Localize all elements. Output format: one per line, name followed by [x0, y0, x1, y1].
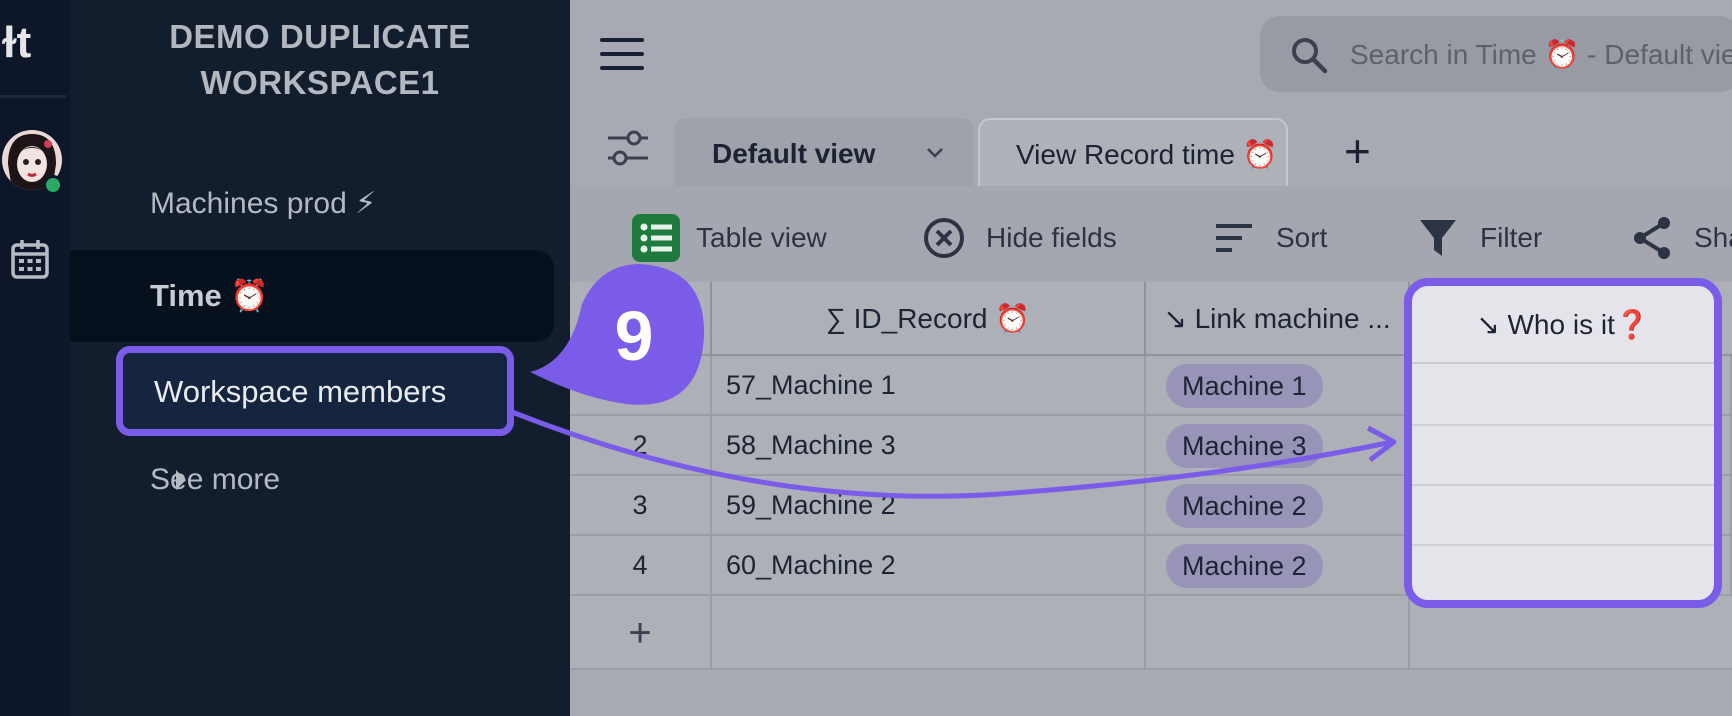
column-header-id-record[interactable]: ∑ ID_Record ⏰ — [712, 282, 1146, 356]
column-header-link-machine[interactable]: ↘ Link machine ... — [1146, 282, 1410, 356]
machine-chip[interactable]: Machine 2 — [1166, 544, 1323, 588]
empty-cell — [712, 596, 1146, 670]
id-record-cell[interactable]: 57_Machine 1 — [712, 356, 1146, 416]
toolbar-label: Table view — [696, 222, 827, 253]
toolbar-label: Sort — [1276, 222, 1328, 253]
link-machine-cell[interactable]: Machine 2 — [1146, 536, 1410, 596]
app-rail: ɫt — [0, 0, 70, 716]
id-record-cell[interactable]: 58_Machine 3 — [712, 416, 1146, 476]
tab-label: View Record time ⏰ — [1016, 139, 1278, 170]
filter-icon — [1420, 220, 1456, 256]
workspace-title[interactable]: DEMO DUPLICATE WORKSPACE1 — [70, 14, 570, 106]
tab-view-record-time[interactable]: View Record time ⏰ — [978, 118, 1288, 186]
sort-icon — [1216, 224, 1252, 252]
workspace-title-line1: DEMO DUPLICATE — [169, 18, 471, 55]
add-view-button[interactable]: + — [1344, 126, 1371, 176]
search-input[interactable]: Search in Time ⏰ - Default view — [1260, 16, 1732, 92]
row-divider — [1412, 544, 1714, 546]
toolbar-label: Filter — [1480, 222, 1543, 253]
step-number: 9 — [615, 297, 654, 375]
toolbar-label: Hide fields — [986, 222, 1117, 253]
id-record-cell[interactable]: 60_Machine 2 — [712, 536, 1146, 596]
step-badge: 9 — [530, 264, 705, 405]
who-is-it-column-highlight: ↘ Who is it❓ — [1404, 278, 1722, 608]
link-machine-cell[interactable]: Machine 1 — [1146, 356, 1410, 416]
empty-cell — [1146, 596, 1410, 670]
who-is-it-header-label[interactable]: ↘ Who is it❓ — [1412, 286, 1714, 364]
search-placeholder: Search in Time ⏰ - Default view — [1350, 39, 1732, 70]
sidebar-item-machines-prod[interactable]: Machines prod ⚡ — [150, 184, 376, 224]
sidebar-item-time[interactable]: Time ⏰ — [70, 250, 554, 342]
online-status-dot — [43, 175, 63, 195]
row-number: 4 — [570, 536, 712, 596]
hide-fields-icon — [924, 218, 964, 258]
sidebar-item-workspace-members[interactable]: Workspace members — [116, 346, 514, 436]
row-number: 3 — [570, 476, 712, 536]
sidebar-item-label: Workspace members — [154, 374, 447, 409]
search-icon — [1292, 38, 1328, 74]
machine-chip[interactable]: Machine 3 — [1166, 424, 1323, 468]
add-row-button[interactable]: + — [570, 596, 712, 670]
menu-icon[interactable] — [600, 38, 644, 70]
app-logo[interactable]: ɫt — [2, 18, 31, 68]
machine-chip[interactable]: Machine 2 — [1166, 484, 1323, 528]
sidebar-item-see-more[interactable]: See more — [150, 460, 280, 500]
row-divider — [1412, 484, 1714, 486]
toolbar-label: Share — [1694, 222, 1732, 253]
machine-chip[interactable]: Machine 1 — [1166, 364, 1323, 408]
tab-default-view[interactable]: Default view — [674, 118, 974, 186]
view-toolbar: Table view Hide fields Sort Filter Sh — [570, 186, 1732, 282]
view-settings-icon[interactable] — [606, 128, 650, 168]
workspace-sidebar: DEMO DUPLICATE WORKSPACE1 Machines prod … — [70, 0, 570, 716]
tab-label: Default view — [712, 138, 876, 169]
chevron-down-icon[interactable] — [922, 140, 948, 166]
workspace-title-line2: WORKSPACE1 — [200, 64, 440, 101]
rail-divider — [0, 95, 66, 98]
sidebar-item-label: Time ⏰ — [150, 278, 270, 313]
link-machine-cell[interactable]: Machine 3 — [1146, 416, 1410, 476]
table-icon — [632, 214, 680, 262]
row-divider — [1412, 424, 1714, 426]
share-icon — [1634, 217, 1670, 259]
calendar-icon[interactable] — [10, 238, 50, 280]
row-number: 2 — [570, 416, 712, 476]
link-machine-cell[interactable]: Machine 2 — [1146, 476, 1410, 536]
id-record-cell[interactable]: 59_Machine 2 — [712, 476, 1146, 536]
